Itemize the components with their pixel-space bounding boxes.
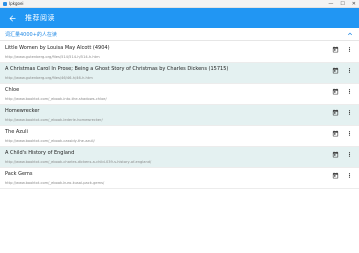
calendar-icon[interactable]	[331, 87, 339, 95]
more-vert-icon[interactable]	[345, 87, 353, 95]
item-actions	[331, 150, 353, 158]
window-titlebar: lpkgoei — ☐ ✕	[0, 0, 359, 8]
item-title: The Azuli	[5, 129, 28, 135]
back-arrow-icon[interactable]	[7, 13, 17, 23]
calendar-icon[interactable]	[331, 45, 339, 53]
section-header[interactable]: 词汇量4000+的人在读	[0, 28, 359, 41]
close-button[interactable]: ✕	[352, 0, 356, 8]
item-actions	[331, 66, 353, 74]
list-item[interactable]: A Christmas Carol In Prose; Being a Ghos…	[0, 63, 359, 84]
item-url: http://www.gutenberg.org/files/514/514-h…	[5, 55, 100, 59]
item-title: Homewrecker	[5, 108, 40, 114]
item-url: http://www.booktxt.com/_ebook-into-the-s…	[5, 97, 107, 101]
calendar-icon[interactable]	[331, 108, 339, 116]
list-item[interactable]: Homewrecker http://www.booktxt.com/_eboo…	[0, 105, 359, 126]
more-vert-icon[interactable]	[345, 108, 353, 116]
item-title: Little Women by Louisa May Alcott (4904)	[5, 45, 110, 51]
page-title: 推荐阅读	[25, 14, 55, 22]
list-item[interactable]: Chloe http://www.booktxt.com/_ebook-into…	[0, 84, 359, 105]
more-vert-icon[interactable]	[345, 66, 353, 74]
item-actions	[331, 108, 353, 116]
more-vert-icon[interactable]	[345, 129, 353, 137]
item-title: A Christmas Carol In Prose; Being a Ghos…	[5, 66, 229, 72]
window-controls: — ☐ ✕	[328, 0, 356, 8]
item-actions	[331, 87, 353, 95]
chevron-up-icon[interactable]	[346, 30, 354, 38]
item-actions	[331, 171, 353, 179]
item-title: Chloe	[5, 87, 20, 93]
calendar-icon[interactable]	[331, 129, 339, 137]
list-item[interactable]: The Azuli http://www.booktxt.com/_ebook-…	[0, 126, 359, 147]
more-vert-icon[interactable]	[345, 45, 353, 53]
more-vert-icon[interactable]	[345, 171, 353, 179]
list-item[interactable]: A Child's History of England http://www.…	[0, 147, 359, 168]
maximize-button[interactable]: ☐	[340, 0, 344, 8]
item-actions	[331, 45, 353, 53]
list-item[interactable]: Little Women by Louisa May Alcott (4904)…	[0, 42, 359, 63]
item-actions	[331, 129, 353, 137]
item-title: Pack Gems	[5, 171, 33, 177]
section-title: 词汇量4000+的人在读	[5, 31, 57, 38]
list-item[interactable]: Pack Gems http://www.booktxt.com/_ebook-…	[0, 168, 359, 189]
window-title: lpkgoei	[9, 0, 24, 6]
minimize-button[interactable]: —	[328, 0, 333, 8]
item-url: http://www.booktxt.com/_ebook-lederle-ho…	[5, 118, 103, 122]
app-bar: 推荐阅读	[0, 8, 359, 28]
item-url: http://www.booktxt.com/_ebook-charles-di…	[5, 160, 152, 164]
calendar-icon[interactable]	[331, 66, 339, 74]
item-url: http://www.gutenberg.org/files/46/46-h/4…	[5, 76, 93, 80]
calendar-icon[interactable]	[331, 171, 339, 179]
app-icon	[3, 1, 7, 6]
more-vert-icon[interactable]	[345, 150, 353, 158]
titlebar-left: lpkgoei	[3, 0, 24, 8]
calendar-icon[interactable]	[331, 150, 339, 158]
reading-list: Little Women by Louisa May Alcott (4904)…	[0, 42, 359, 189]
item-title: A Child's History of England	[5, 150, 75, 156]
item-url: http://www.booktxt.com/_ebook-cassidy-th…	[5, 139, 95, 143]
item-url: http://www.booktxt.com/_ebook-kuro-kusai…	[5, 181, 105, 185]
